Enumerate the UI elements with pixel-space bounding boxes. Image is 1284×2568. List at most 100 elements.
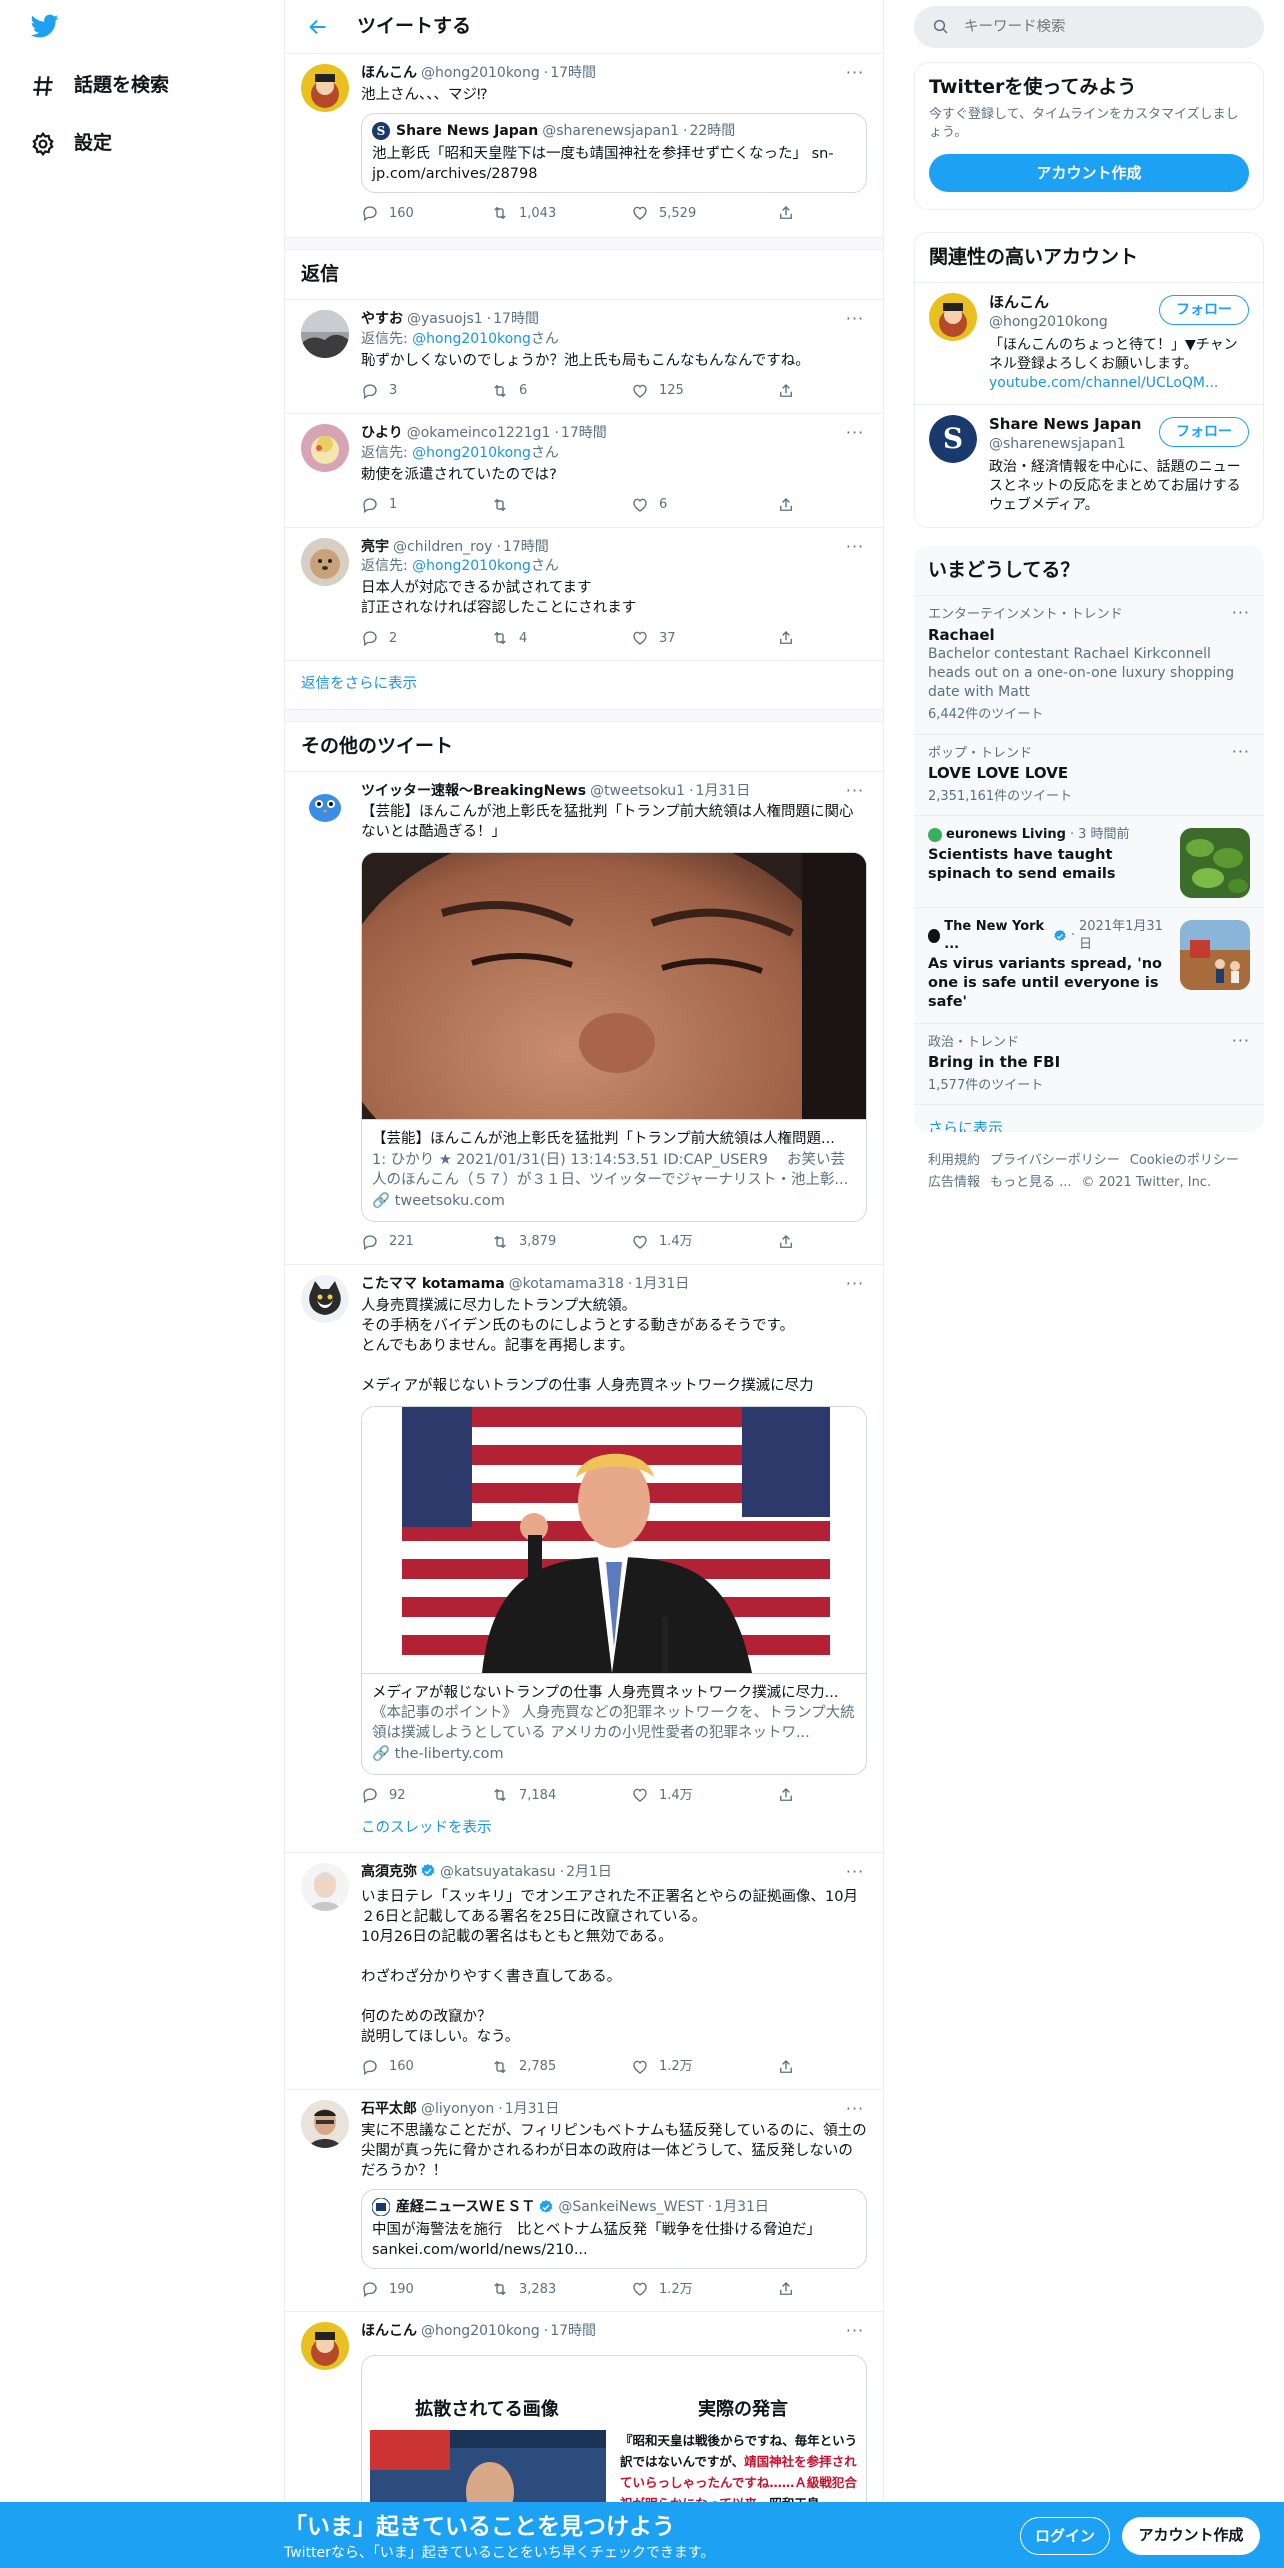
trends-show-more-link[interactable]: さらに表示 <box>914 1104 1264 1132</box>
author-handle[interactable]: @okameinco1221g1 <box>407 424 551 443</box>
author-name[interactable]: ツイッター速報〜BreakingNews <box>361 782 586 801</box>
reply-button[interactable]: 92 <box>361 1786 491 1804</box>
retweet-button[interactable]: 2,785 <box>491 2058 631 2076</box>
show-thread-link[interactable]: このスレッドを表示 <box>361 1805 867 1840</box>
trend-item[interactable]: ポップ・トレンド LOVE LOVE LOVE 2,351,161件のツイート … <box>914 733 1264 816</box>
author-name[interactable]: ほんこん <box>361 2322 417 2341</box>
tweet-time[interactable]: 17時間 <box>550 64 596 83</box>
reply-button[interactable]: 2 <box>361 629 491 647</box>
tweet-time[interactable]: 17時間 <box>503 538 549 557</box>
news-item[interactable]: The New York ... · 2021年1月31日 As virus var… <box>914 907 1264 1022</box>
like-button[interactable]: 6 <box>631 496 777 514</box>
reply-button[interactable]: 160 <box>361 204 491 222</box>
share-button[interactable] <box>777 1233 805 1251</box>
more-options-icon[interactable]: ··· <box>843 2320 867 2340</box>
avatar[interactable] <box>301 64 349 112</box>
footer-link-cookies[interactable]: Cookieのポリシー <box>1130 1153 1239 1168</box>
create-account-button[interactable]: アカウント作成 <box>929 154 1249 193</box>
more-options-icon[interactable]: ··· <box>1232 1030 1250 1051</box>
author-handle[interactable]: @hong2010kong <box>421 2322 540 2341</box>
like-button[interactable]: 1.4万 <box>631 1233 777 1251</box>
author-handle[interactable]: @children_roy <box>393 538 492 557</box>
trend-item[interactable]: エンターテインメント・トレンド Rachael Bachelor contest… <box>914 595 1264 734</box>
nav-settings[interactable]: 設定 <box>28 124 112 164</box>
more-options-icon[interactable]: ··· <box>843 422 867 442</box>
avatar[interactable] <box>301 310 349 359</box>
reply-button[interactable]: 3 <box>361 382 491 400</box>
tweet-time[interactable]: 1月31日 <box>505 2100 560 2119</box>
author-name[interactable]: 石平太郎 <box>361 2100 417 2119</box>
search-box[interactable] <box>914 6 1264 48</box>
retweet-button[interactable] <box>491 496 631 514</box>
share-button[interactable] <box>777 382 805 400</box>
show-more-replies-link[interactable]: 返信をさらに表示 <box>285 661 883 710</box>
link-card[interactable]: メディアが報じないトランプの仕事 人身売買ネットワーク撲滅に尽力... 《本記事… <box>361 1405 867 1776</box>
more-options-icon[interactable]: ··· <box>843 62 867 82</box>
like-button[interactable]: 1.4万 <box>631 1786 777 1804</box>
other-tweet[interactable]: ツイッター速報〜BreakingNews @tweetsoku1 · 1月31日… <box>285 772 883 1266</box>
account-bio-link[interactable]: youtube.com/channel/UCLoQM... <box>989 375 1218 391</box>
reply-to-handle[interactable]: @hong2010kong <box>412 558 531 574</box>
quoted-tweet[interactable]: 産経ニュースＷＥＳＴ @SankeiNews_WEST · 1月31日 中国が海… <box>361 2188 867 2270</box>
reply-tweet[interactable]: 亮宇 @children_roy · 17時間 ··· 返信先: @hong20… <box>285 528 883 662</box>
avatar[interactable] <box>301 2322 349 2371</box>
nav-explore[interactable]: 話題を検索 <box>28 66 169 106</box>
related-account[interactable]: ほんこん @hong2010kong 「ほんこんのちょっと待て！」▼チャンネル登… <box>915 282 1263 404</box>
author-handle[interactable]: @katsuyatakasu <box>440 1863 556 1882</box>
avatar[interactable] <box>929 293 977 342</box>
author-name[interactable]: ひより <box>361 424 403 443</box>
author-handle[interactable]: @kotamama318 <box>509 1275 624 1294</box>
author-name[interactable]: 亮宇 <box>361 538 389 557</box>
link-card[interactable]: 【芸能】ほんこんが池上彰氏を猛批判「トランプ前大統領は人権問題... 1: ひか… <box>361 852 867 1223</box>
twitter-logo-icon[interactable] <box>28 12 62 40</box>
more-options-icon[interactable]: ··· <box>843 536 867 556</box>
tweet-time[interactable]: 1月31日 <box>696 782 751 801</box>
search-input[interactable] <box>964 19 1224 35</box>
other-tweet[interactable]: こたママ kotamama @kotamama318 · 1月31日 ··· 人… <box>285 1265 883 1854</box>
retweet-button[interactable]: 1,043 <box>491 204 631 222</box>
tweet-time[interactable]: 17時間 <box>493 310 539 329</box>
avatar[interactable] <box>301 1863 349 1912</box>
more-options-icon[interactable]: ··· <box>843 2098 867 2118</box>
login-button[interactable]: ログイン <box>1020 2517 1110 2555</box>
like-button[interactable]: 1.2万 <box>631 2280 777 2298</box>
follow-button[interactable]: フォロー <box>1159 417 1249 448</box>
more-options-icon[interactable]: ··· <box>843 1273 867 1293</box>
avatar[interactable]: S <box>929 415 977 464</box>
retweet-button[interactable]: 7,184 <box>491 1786 631 1804</box>
author-name[interactable]: こたママ kotamama <box>361 1275 505 1294</box>
like-button[interactable]: 5,529 <box>631 204 777 222</box>
share-button[interactable] <box>777 2058 805 2076</box>
news-item[interactable]: euronews Living · 3 時間前 Scientists have ta… <box>914 815 1264 907</box>
quoted-tweet[interactable]: S Share News Japan @sharenewsjapan1 · 22… <box>361 112 867 194</box>
reply-tweet[interactable]: ひより @okameinco1221g1 · 17時間 ··· 返信先: @ho… <box>285 414 883 528</box>
related-account[interactable]: S Share News Japan @sharenewsjapan1 政治・経… <box>915 404 1263 525</box>
main-tweet[interactable]: ほんこん @hong2010kong · 17時間 ··· 池上さん、、、マジ⁉… <box>285 54 883 239</box>
retweet-button[interactable]: 6 <box>491 382 631 400</box>
like-button[interactable]: 125 <box>631 382 777 400</box>
other-tweet[interactable]: 石平太郎 @liyonyon · 1月31日 ··· 実に不思議なことだが、フィ… <box>285 2090 883 2313</box>
share-button[interactable] <box>777 1786 805 1804</box>
reply-button[interactable]: 221 <box>361 1233 491 1251</box>
reply-button[interactable]: 1 <box>361 496 491 514</box>
more-options-icon[interactable]: ··· <box>1232 602 1250 623</box>
retweet-button[interactable]: 3,879 <box>491 1233 631 1251</box>
footer-link-terms[interactable]: 利用規約 <box>928 1153 980 1168</box>
share-button[interactable] <box>777 204 805 222</box>
reply-button[interactable]: 190 <box>361 2280 491 2298</box>
back-arrow-icon[interactable] <box>301 10 335 44</box>
author-name[interactable]: ほんこん <box>361 64 417 83</box>
retweet-button[interactable]: 4 <box>491 629 631 647</box>
more-options-icon[interactable]: ··· <box>843 308 867 328</box>
reply-to-handle[interactable]: @hong2010kong <box>412 445 531 461</box>
share-button[interactable] <box>777 496 805 514</box>
avatar[interactable] <box>301 2100 349 2149</box>
reply-tweet[interactable]: やすお @yasuojs1 · 17時間 ··· 返信先: @hong2010k… <box>285 300 883 415</box>
tweet-time[interactable]: 17時間 <box>550 2322 596 2341</box>
tweet-time[interactable]: 2月1日 <box>566 1863 612 1882</box>
more-options-icon[interactable]: ··· <box>843 1861 867 1881</box>
avatar[interactable] <box>301 1275 349 1324</box>
tweet-time[interactable]: 1月31日 <box>635 1275 690 1294</box>
more-options-icon[interactable]: ··· <box>1232 741 1250 762</box>
follow-button[interactable]: フォロー <box>1159 295 1249 326</box>
